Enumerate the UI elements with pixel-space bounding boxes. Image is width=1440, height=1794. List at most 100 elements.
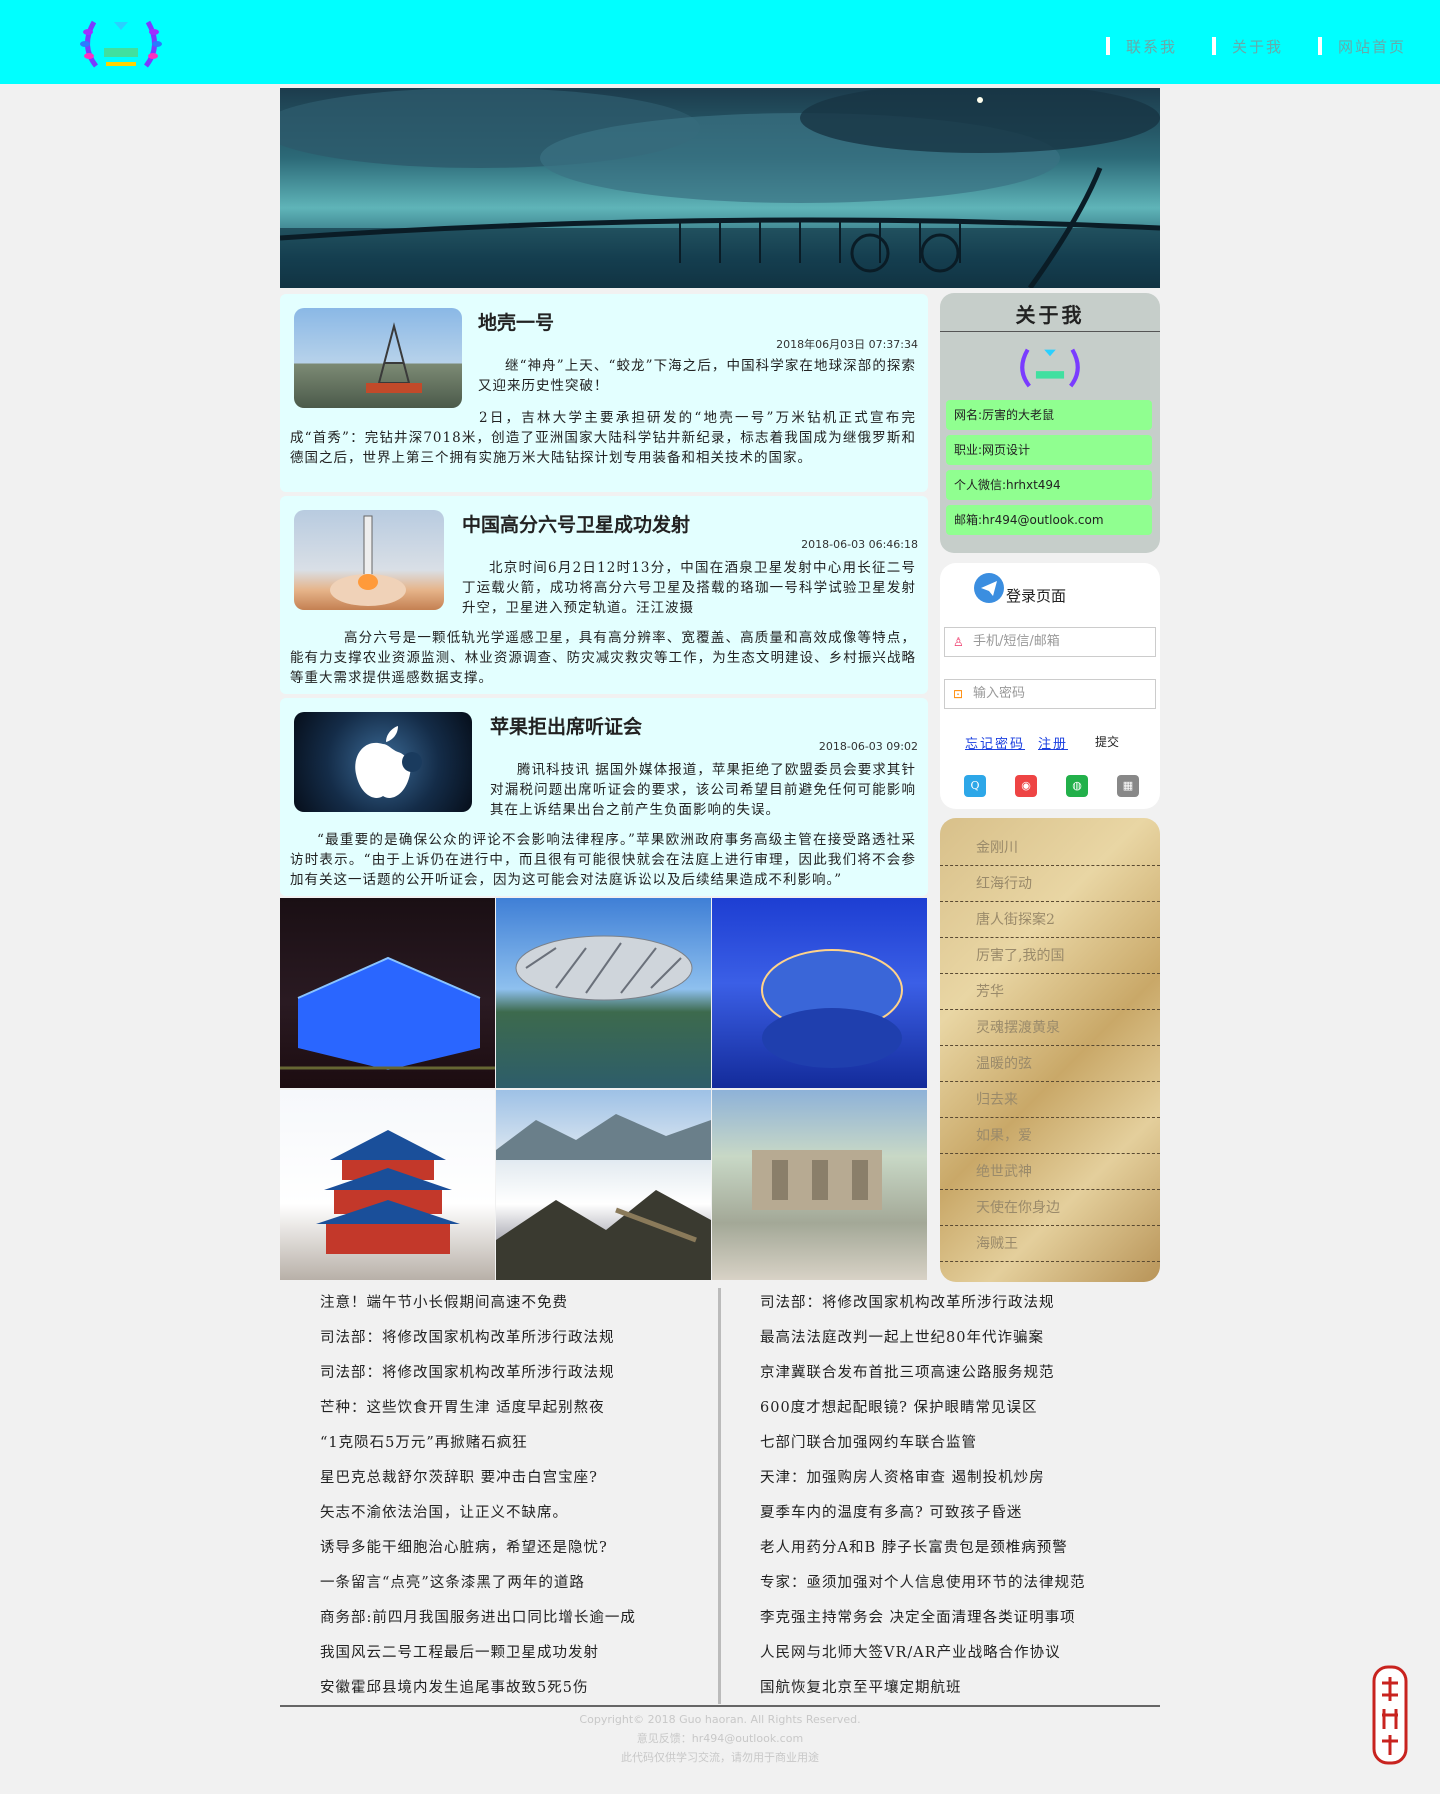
- nav-home-label[interactable]: 网站首页: [1338, 38, 1406, 56]
- footer-feedback[interactable]: 意见反馈：hr494@outlook.com: [280, 1729, 1160, 1748]
- article-title[interactable]: 地壳一号: [478, 308, 554, 335]
- news-item[interactable]: 人民网与北师大签VR/AR产业战略合作协议: [760, 1638, 1086, 1673]
- nav-home[interactable]: 网站首页: [1318, 36, 1406, 57]
- drilling-rig-thumbnail[interactable]: [294, 308, 462, 408]
- about-me-panel: 关于我 网名:厉害的大老鼠 职业:网页设计 个人微信:hrhxt494 邮箱:h…: [940, 293, 1160, 553]
- news-item[interactable]: 星巴克总裁舒尔茨辞职 要冲击白宫宝座?: [320, 1463, 636, 1498]
- news-item[interactable]: 司法部：将修改国家机构改革所涉行政法规: [320, 1323, 636, 1358]
- news-item[interactable]: 天津：加强购房人资格审查 遏制投机炒房: [760, 1463, 1086, 1498]
- article-time: 2018年06月03日 07:37:34: [776, 338, 918, 351]
- movie-item[interactable]: 厉害了,我的国: [940, 938, 1160, 974]
- movie-item[interactable]: 温暖的弦: [940, 1046, 1160, 1082]
- qr-code-icon[interactable]: ▦: [1117, 775, 1139, 797]
- nav-separator: [1106, 37, 1110, 55]
- news-item[interactable]: 我国风云二号工程最后一颗卫星成功发射: [320, 1638, 636, 1673]
- news-item[interactable]: 最高法法庭改判一起上世纪80年代诈骗案: [760, 1323, 1086, 1358]
- news-item[interactable]: 老人用药分A和B 脖子长富贵包是颈椎病预警: [760, 1533, 1086, 1568]
- news-item[interactable]: 安徽霍邱县境内发生追尾事故致5死5伤: [320, 1673, 636, 1708]
- weibo-icon[interactable]: ◉: [1015, 775, 1037, 797]
- apple-logo-thumbnail[interactable]: [294, 712, 472, 812]
- password-placeholder: 输入密码: [973, 686, 1026, 701]
- movie-item[interactable]: 绝世武神: [940, 1154, 1160, 1190]
- top-bar: 联系我 关于我 网站首页: [0, 0, 1440, 84]
- movie-item[interactable]: 灵魂摆渡黄泉: [940, 1010, 1160, 1046]
- footer-divider: [280, 1705, 1160, 1707]
- nav-separator: [1212, 37, 1216, 55]
- movie-item[interactable]: 天使在你身边: [940, 1190, 1160, 1226]
- article-title[interactable]: 苹果拒出席听证会: [490, 712, 642, 739]
- footer-note: 此代码仅供学习交流，请勿用于商业用途: [621, 1751, 819, 1764]
- news-item[interactable]: 司法部：将修改国家机构改革所涉行政法规: [760, 1288, 1086, 1323]
- paper-plane-icon: [974, 573, 1004, 603]
- about-job: 职业:网页设计: [946, 435, 1152, 465]
- qq-icon[interactable]: Q: [964, 775, 986, 797]
- gallery-photo-great-wall[interactable]: [496, 1090, 711, 1280]
- news-item[interactable]: 矢志不渝依法治国，让正义不缺席。: [320, 1498, 636, 1533]
- grand-theatre-image: [761, 949, 903, 1068]
- nav-about[interactable]: 关于我: [1212, 36, 1283, 57]
- news-item[interactable]: 专家：亟须加强对个人信息使用环节的法律规范: [760, 1568, 1086, 1603]
- lock-icon: ⊡: [953, 687, 964, 701]
- footer-copyright: Copyright© 2018 Guo haoran. All Rights R…: [579, 1713, 861, 1726]
- login-title: 登录页面: [1006, 587, 1067, 605]
- news-list-left: 注意！端午节小长假期间高速不免费 司法部：将修改国家机构改革所涉行政法规 司法部…: [320, 1288, 636, 1708]
- nav-about-label[interactable]: 关于我: [1232, 38, 1283, 56]
- user-icon: ♙: [953, 635, 964, 649]
- news-item[interactable]: 芒种：这些饮食开胃生津 适度早起别熬夜: [320, 1393, 636, 1428]
- news-item[interactable]: 一条留言“点亮”这条漆黑了两年的道路: [320, 1568, 636, 1603]
- article-lead: 腾讯科技讯 据国外媒体报道，苹果拒绝了欧盟委员会要求其针对漏税问题出席听证会的要…: [490, 762, 916, 818]
- article-card[interactable]: 地壳一号 2018年06月03日 07:37:34 继“神舟”上天、“蛟龙”下海…: [280, 294, 928, 492]
- wechat-icon[interactable]: ◍: [1066, 775, 1088, 797]
- movie-list: 金刚川 红海行动 唐人街探案2 厉害了,我的国 芳华 灵魂摆渡黄泉 温暖的弦 归…: [940, 818, 1160, 1262]
- news-item[interactable]: 李克强主持常务会 决定全面清理各类证明事项: [760, 1603, 1086, 1638]
- phone-email-placeholder: 手机/短信/邮箱: [973, 634, 1060, 649]
- article-title[interactable]: 中国高分六号卫星成功发射: [462, 510, 690, 537]
- submit-button[interactable]: 提交: [1095, 733, 1119, 750]
- phone-email-input[interactable]: ♙ 手机/短信/邮箱: [944, 627, 1156, 657]
- movie-item[interactable]: 归去来: [940, 1082, 1160, 1118]
- gallery-photo-temple-of-heaven[interactable]: [280, 1090, 495, 1280]
- movie-item[interactable]: 芳华: [940, 974, 1160, 1010]
- nav-contact[interactable]: 联系我: [1106, 36, 1177, 57]
- gallery-photo-grand-theatre[interactable]: [712, 898, 927, 1088]
- news-divider: [718, 1288, 721, 1704]
- movie-item[interactable]: 唐人街探案2: [940, 902, 1160, 938]
- news-item[interactable]: 注意！端午节小长假期间高速不免费: [320, 1288, 636, 1323]
- gallery-photo-water-cube[interactable]: [280, 898, 495, 1088]
- gallery-photo-birds-nest[interactable]: [496, 898, 711, 1088]
- about-title: 关于我: [940, 293, 1160, 332]
- forgot-password-link[interactable]: 忘记密码: [965, 733, 1025, 752]
- water-cube-image: [280, 956, 495, 1070]
- news-item[interactable]: 夏季车内的温度有多高? 可致孩子昏迷: [760, 1498, 1086, 1533]
- register-link[interactable]: 注册: [1038, 733, 1068, 752]
- password-input[interactable]: ⊡ 输入密码: [944, 679, 1156, 709]
- article-card[interactable]: 苹果拒出席听证会 2018-06-03 09:02 腾讯科技讯 据国外媒体报道，…: [280, 698, 928, 896]
- apple-icon: [355, 726, 422, 798]
- gallery-photo-ruins[interactable]: [712, 1090, 927, 1280]
- news-item[interactable]: 国航恢复北京至平壤定期航班: [760, 1673, 1086, 1708]
- temple-of-heaven-image: [316, 1130, 460, 1254]
- oil-derrick-icon: [366, 322, 422, 393]
- article-time: 2018-06-03 09:02: [818, 740, 918, 753]
- news-item[interactable]: 七部门联合加强网约车联合监管: [760, 1428, 1086, 1463]
- news-item[interactable]: 诱导多能干细胞治心脏病，希望还是隐忧?: [320, 1533, 636, 1568]
- movie-item[interactable]: 如果，爱: [940, 1118, 1160, 1154]
- movie-item[interactable]: 海贼王: [940, 1226, 1160, 1262]
- news-item[interactable]: 司法部：将修改国家机构改革所涉行政法规: [320, 1358, 636, 1393]
- article-body: 2日，吉林大学主要承担研发的“地壳一号”万米钻机正式宣布完成“首秀”：完钻井深7…: [290, 410, 916, 466]
- rocket-launch-thumbnail[interactable]: [294, 510, 444, 610]
- login-panel: 登录页面 ♙ 手机/短信/邮箱 ⊡ 输入密码 忘记密码 注册 提交 Q ◉ ◍ ▦: [940, 563, 1160, 809]
- movie-item[interactable]: 金刚川: [940, 830, 1160, 866]
- article-card[interactable]: 中国高分六号卫星成功发射 2018-06-03 06:46:18 北京时间6月2…: [280, 496, 928, 694]
- news-item[interactable]: 京津冀联合发布首批三项高速公路服务规范: [760, 1358, 1086, 1393]
- laurel-logo-icon[interactable]: [76, 14, 166, 72]
- great-wall-image: [496, 1114, 711, 1280]
- news-item[interactable]: 商务部:前四月我国服务进出口同比增长逾一成: [320, 1603, 636, 1638]
- news-item[interactable]: 600度才想起配眼镜? 保护眼睛常见误区: [760, 1393, 1086, 1428]
- photo-gallery: [280, 898, 928, 1280]
- movie-item[interactable]: 红海行动: [940, 866, 1160, 902]
- news-item[interactable]: “1克陨石5万元”再掀赌石疯狂: [320, 1428, 636, 1463]
- movie-list-panel: 金刚川 红海行动 唐人街探案2 厉害了,我的国 芳华 灵魂摆渡黄泉 温暖的弦 归…: [940, 818, 1160, 1282]
- nav-contact-label[interactable]: 联系我: [1126, 38, 1177, 56]
- rocket-icon: [330, 515, 406, 606]
